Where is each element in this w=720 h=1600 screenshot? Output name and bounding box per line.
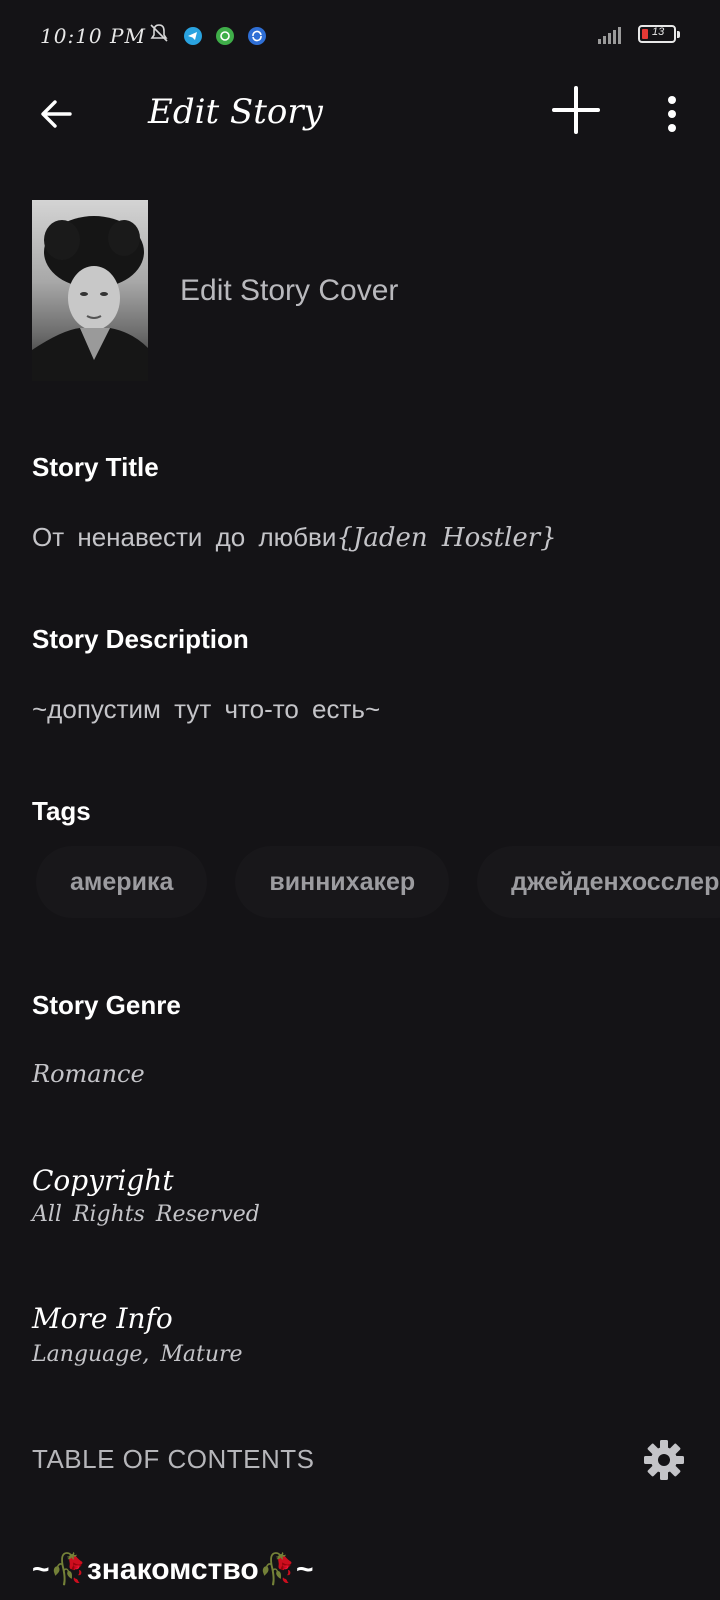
tag-chip[interactable]: джейденхосслер — [477, 846, 720, 918]
more-info-label[interactable]: More Info — [32, 1302, 173, 1335]
story-description-value[interactable]: ~допустим тут что-то есть~ — [32, 694, 380, 725]
table-of-contents-label: TABLE OF CONTENTS — [32, 1444, 315, 1474]
story-title-label: Story Title — [32, 452, 159, 482]
story-description-label: Story Description — [32, 624, 249, 654]
messenger-icon — [216, 26, 234, 45]
back-arrow-icon — [41, 100, 72, 128]
tag-chip[interactable]: виннихакер — [235, 846, 450, 918]
status-time: 10:10 PM — [40, 24, 146, 48]
mute-icon — [148, 22, 170, 49]
plus-icon — [552, 86, 600, 134]
story-title-text: От ненавести до любви — [32, 522, 337, 552]
tag-chip[interactable]: америка — [36, 846, 208, 918]
telegram-icon — [184, 26, 202, 45]
signal-icon — [598, 26, 621, 44]
edit-story-cover-link[interactable]: Edit Story Cover — [180, 274, 398, 308]
chapter-item[interactable]: ~🥀знакомство🥀~ — [32, 1552, 314, 1587]
add-chapter-button[interactable] — [548, 82, 604, 138]
edit-story-screen: 10:10 PM 13 Edit Story Edit Story Cover … — [0, 0, 720, 1600]
battery-level: 13 — [652, 26, 665, 38]
toc-settings-button[interactable] — [642, 1438, 686, 1482]
copyright-value: All Rights Reserved — [32, 1202, 260, 1227]
app-bar: Edit Story — [0, 70, 720, 160]
back-button[interactable] — [30, 88, 82, 140]
battery-icon: 13 — [638, 25, 680, 43]
page-title: Edit Story — [148, 92, 323, 132]
story-cover-image[interactable] — [32, 200, 148, 381]
tags-label: Tags — [32, 796, 91, 826]
more-info-value: Language, Mature — [32, 1342, 243, 1367]
story-genre-label: Story Genre — [32, 990, 181, 1020]
tags-list: америка виннихакер джейденхосслер — [36, 846, 720, 918]
copyright-label[interactable]: Copyright — [32, 1164, 174, 1197]
status-bar: 10:10 PM 13 — [0, 0, 720, 70]
story-genre-value[interactable]: Romance — [32, 1060, 145, 1088]
story-title-script-text: {Jaden Hostler} — [336, 523, 557, 553]
story-title-value[interactable]: От ненавести до любви{Jaden Hostler} — [32, 522, 557, 553]
sync-icon — [248, 26, 266, 45]
gear-icon — [644, 1440, 684, 1480]
more-options-button[interactable] — [650, 86, 694, 142]
notification-icons — [148, 22, 266, 49]
more-vert-icon — [668, 96, 676, 132]
